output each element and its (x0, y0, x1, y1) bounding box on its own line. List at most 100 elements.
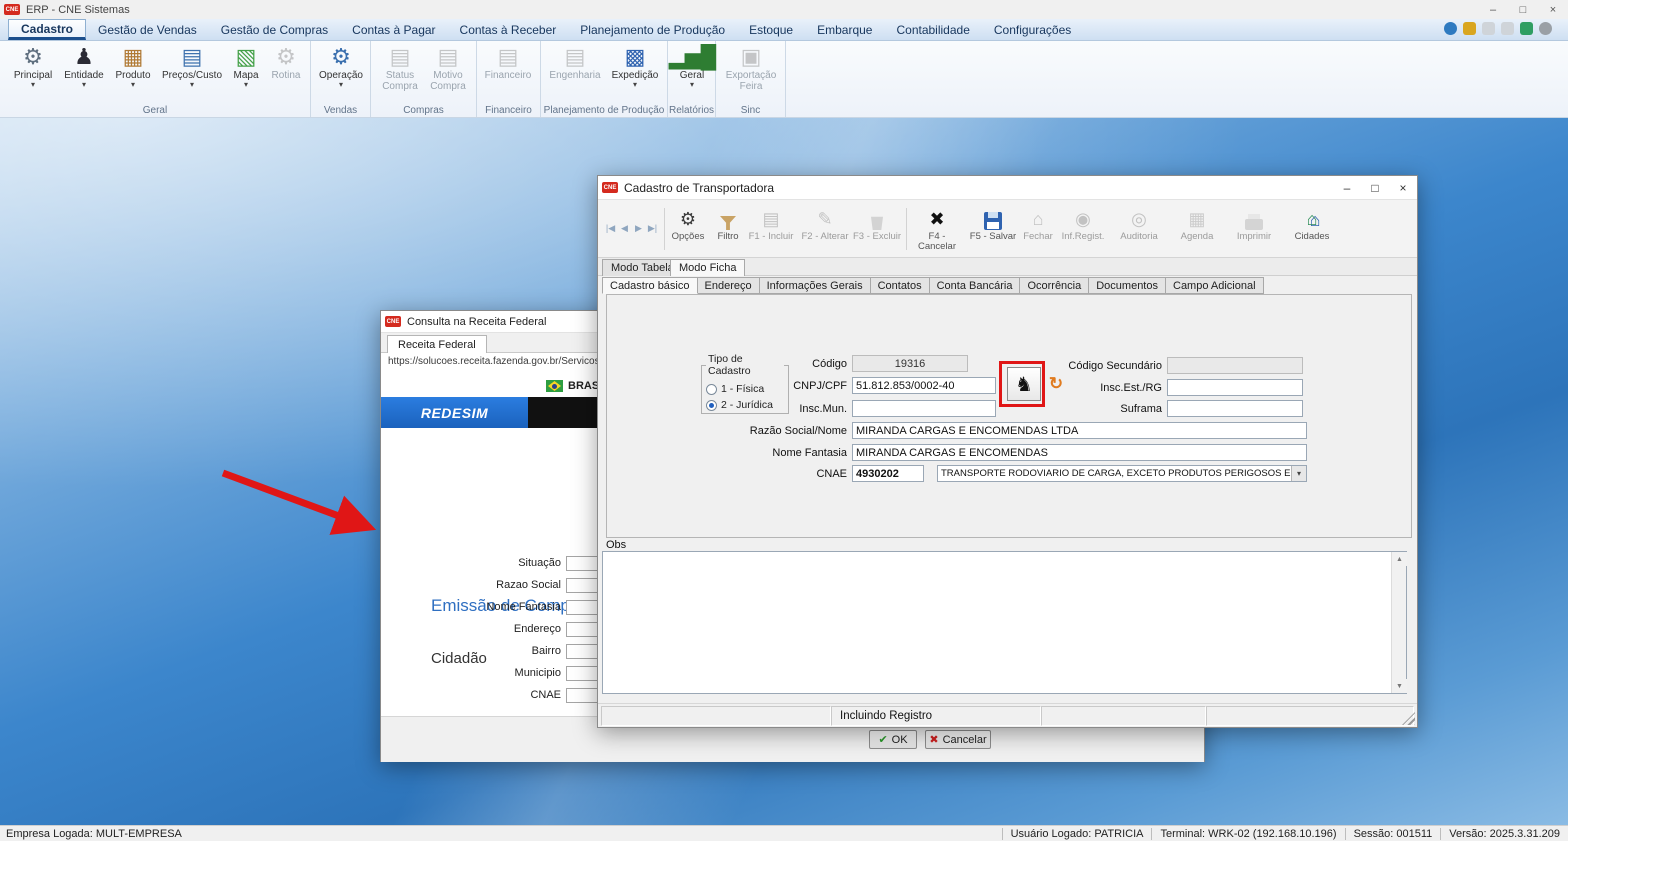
ribbon-tab-bar: Cadastro Gestão de Vendas Gestão de Comp… (0, 19, 1568, 41)
ribbon-group-financeiro: ▤ Financeiro Financeiro (477, 41, 541, 117)
ribbon-item-financeiro: ▤ Financeiro (482, 44, 534, 104)
nav-first-button[interactable]: |◀ (604, 220, 617, 236)
nav-prev-button[interactable]: ◀ (618, 220, 631, 236)
ribbon-item-mapa[interactable]: ▧ Mapa ▾ (226, 44, 266, 104)
excluir-button: F3 - Excluir (850, 206, 904, 254)
tab-ocorrencia[interactable]: Ocorrência (1020, 277, 1089, 294)
codigo-label: Código (737, 358, 847, 370)
tab-contas-a-receber[interactable]: Contas à Receber (448, 19, 569, 40)
chevron-down-icon: ▾ (131, 81, 135, 88)
cancelar-button[interactable]: ✖ F4 - Cancelar (910, 206, 964, 254)
cnae-label: CNAE (431, 689, 561, 701)
ribbon-item-entidade[interactable]: ♟ Entidade ▾ (60, 44, 108, 104)
ok-button[interactable]: ✔ OK (869, 730, 917, 749)
ribbon-group-planejamento: ▤ Engenharia ▩ Expedição ▾ Planejamento … (541, 41, 668, 117)
tab-gestao-de-vendas[interactable]: Gestão de Vendas (86, 19, 209, 40)
obs-textarea[interactable]: ▲ ▼ (602, 551, 1407, 694)
radio-selected-icon (706, 400, 717, 411)
ribbon-item-precos-custo[interactable]: ▤ Preços/Custo ▾ (161, 44, 223, 104)
window-icon[interactable] (1482, 22, 1495, 35)
ribbon-item-geral[interactable]: ▂▅█ Geral ▾ (668, 44, 716, 104)
key-icon[interactable] (1463, 22, 1476, 35)
nav-last-button[interactable]: ▶| (646, 220, 659, 236)
insc-est-rg-field[interactable] (1167, 379, 1303, 396)
cities-icon: ⌂ (1307, 206, 1318, 230)
vertical-scrollbar[interactable]: ▲ ▼ (1391, 552, 1406, 693)
ribbon-item-expedicao[interactable]: ▩ Expedição ▾ (609, 44, 661, 104)
tab-cadastro[interactable]: Cadastro (8, 19, 86, 40)
ribbon-item-principal[interactable]: ⚙ Principal ▾ (7, 44, 59, 104)
tab-contabilidade[interactable]: Contabilidade (884, 19, 981, 40)
cnae-code-field[interactable] (852, 465, 924, 482)
scroll-down-icon[interactable]: ▼ (1392, 679, 1407, 693)
tab-planejamento-de-producao[interactable]: Planejamento de Produção (568, 19, 737, 40)
tab-endereco[interactable]: Endereço (698, 277, 760, 294)
cnae-description-combo[interactable]: TRANSPORTE RODOVIARIO DE CARGA, EXCETO P… (937, 465, 1307, 482)
redesim-logo: REDESIM (381, 397, 528, 428)
tab-conta-bancaria[interactable]: Conta Bancária (930, 277, 1021, 294)
ribbon-item-produto[interactable]: ▦ Produto ▾ (108, 44, 158, 104)
chevron-down-icon: ▾ (633, 81, 637, 88)
annotation-arrow (205, 455, 390, 550)
tab-configuracoes[interactable]: Configurações (982, 19, 1083, 40)
razao-social-nome-field[interactable] (852, 422, 1307, 439)
radio-icon (706, 384, 717, 395)
municipio-label: Municipio (431, 667, 561, 679)
cnpj-cpf-field[interactable] (852, 377, 996, 394)
app-close-button[interactable]: × (1538, 1, 1568, 18)
transportadora-titlebar[interactable]: CNE Cadastro de Transportadora – □ × (598, 176, 1417, 200)
chevron-down-icon[interactable]: ▾ (1291, 466, 1306, 481)
status-panel-1 (601, 706, 831, 726)
tab-contas-a-pagar[interactable]: Contas à Pagar (340, 19, 447, 40)
ribbon-group-vendas: ⚙ Operação ▾ Vendas (311, 41, 371, 117)
suframa-field[interactable] (1167, 400, 1303, 417)
tab-informacoes-gerais[interactable]: Informações Gerais (760, 277, 871, 294)
app-minimize-button[interactable]: – (1478, 1, 1508, 18)
minimize-button[interactable]: – (1333, 178, 1361, 197)
close-button[interactable]: × (1389, 178, 1417, 197)
chevron-down-icon: ▾ (690, 81, 694, 88)
codigo-field (852, 355, 968, 372)
insc-mun-field[interactable] (852, 400, 996, 417)
scroll-up-icon[interactable]: ▲ (1392, 552, 1407, 566)
tab-campo-adicional[interactable]: Campo Adicional (1166, 277, 1264, 294)
nome-fantasia-label: Nome Fantasia (431, 601, 561, 613)
tab-estoque[interactable]: Estoque (737, 19, 805, 40)
alterar-button: ✎ F2 - Alterar (798, 206, 852, 254)
ribbon-group-compras: ▤ Status Compra ▤ Motivo Compra Compras (371, 41, 477, 117)
codigo-secundario-field[interactable] (1167, 357, 1303, 374)
tab-receita-federal[interactable]: Receita Federal (387, 335, 487, 353)
auditoria-button: ◎ Auditoria (1112, 206, 1166, 254)
tab-modo-ficha[interactable]: Modo Ficha (670, 259, 745, 276)
disk-icon: ▣ (741, 44, 762, 70)
sync-icon[interactable] (1520, 22, 1533, 35)
usuario-logado: Usuário Logado: PATRICIA (1002, 828, 1152, 840)
cidades-button[interactable]: ⌂ Cidades (1285, 206, 1339, 254)
ribbon-group-label: Planejamento de Produção (541, 105, 667, 116)
cancel-button[interactable]: ✖ Cancelar (925, 730, 991, 749)
ribbon-item-rotina: ⚙ Rotina (263, 44, 309, 104)
tab-cadastro-basico[interactable]: Cadastro básico (602, 277, 698, 294)
ribbon-item-operacao[interactable]: ⚙ Operação ▾ (317, 44, 365, 104)
status-message: Incluindo Registro (831, 706, 1041, 726)
monitor-icon[interactable] (1501, 22, 1514, 35)
tab-contatos[interactable]: Contatos (871, 277, 930, 294)
ribbon-item-engenharia: ▤ Engenharia (549, 44, 601, 104)
razao-social-nome-label: Razão Social/Nome (717, 425, 847, 437)
app-maximize-button[interactable]: □ (1508, 1, 1538, 18)
maximize-button[interactable]: □ (1361, 178, 1389, 197)
tab-documentos[interactable]: Documentos (1089, 277, 1166, 294)
chevron-down-icon: ▾ (244, 81, 248, 88)
pencil-icon: ✎ (817, 206, 832, 230)
clock-icon[interactable] (1539, 22, 1552, 35)
empresa-logada: Empresa Logada: MULT-EMPRESA (6, 828, 182, 840)
nav-next-button[interactable]: ▶ (632, 220, 645, 236)
tab-gestao-de-compras[interactable]: Gestão de Compras (209, 19, 340, 40)
nome-fantasia-field[interactable] (852, 444, 1307, 461)
inf-regist-button: ◉ Inf.Regist. (1056, 206, 1110, 254)
globe-icon[interactable] (1444, 22, 1457, 35)
tab-embarque[interactable]: Embarque (805, 19, 884, 40)
document-icon: ▤ (565, 44, 586, 70)
app-title: ERP - CNE Sistemas (26, 4, 130, 16)
razao-social-label: Razao Social (431, 579, 561, 591)
